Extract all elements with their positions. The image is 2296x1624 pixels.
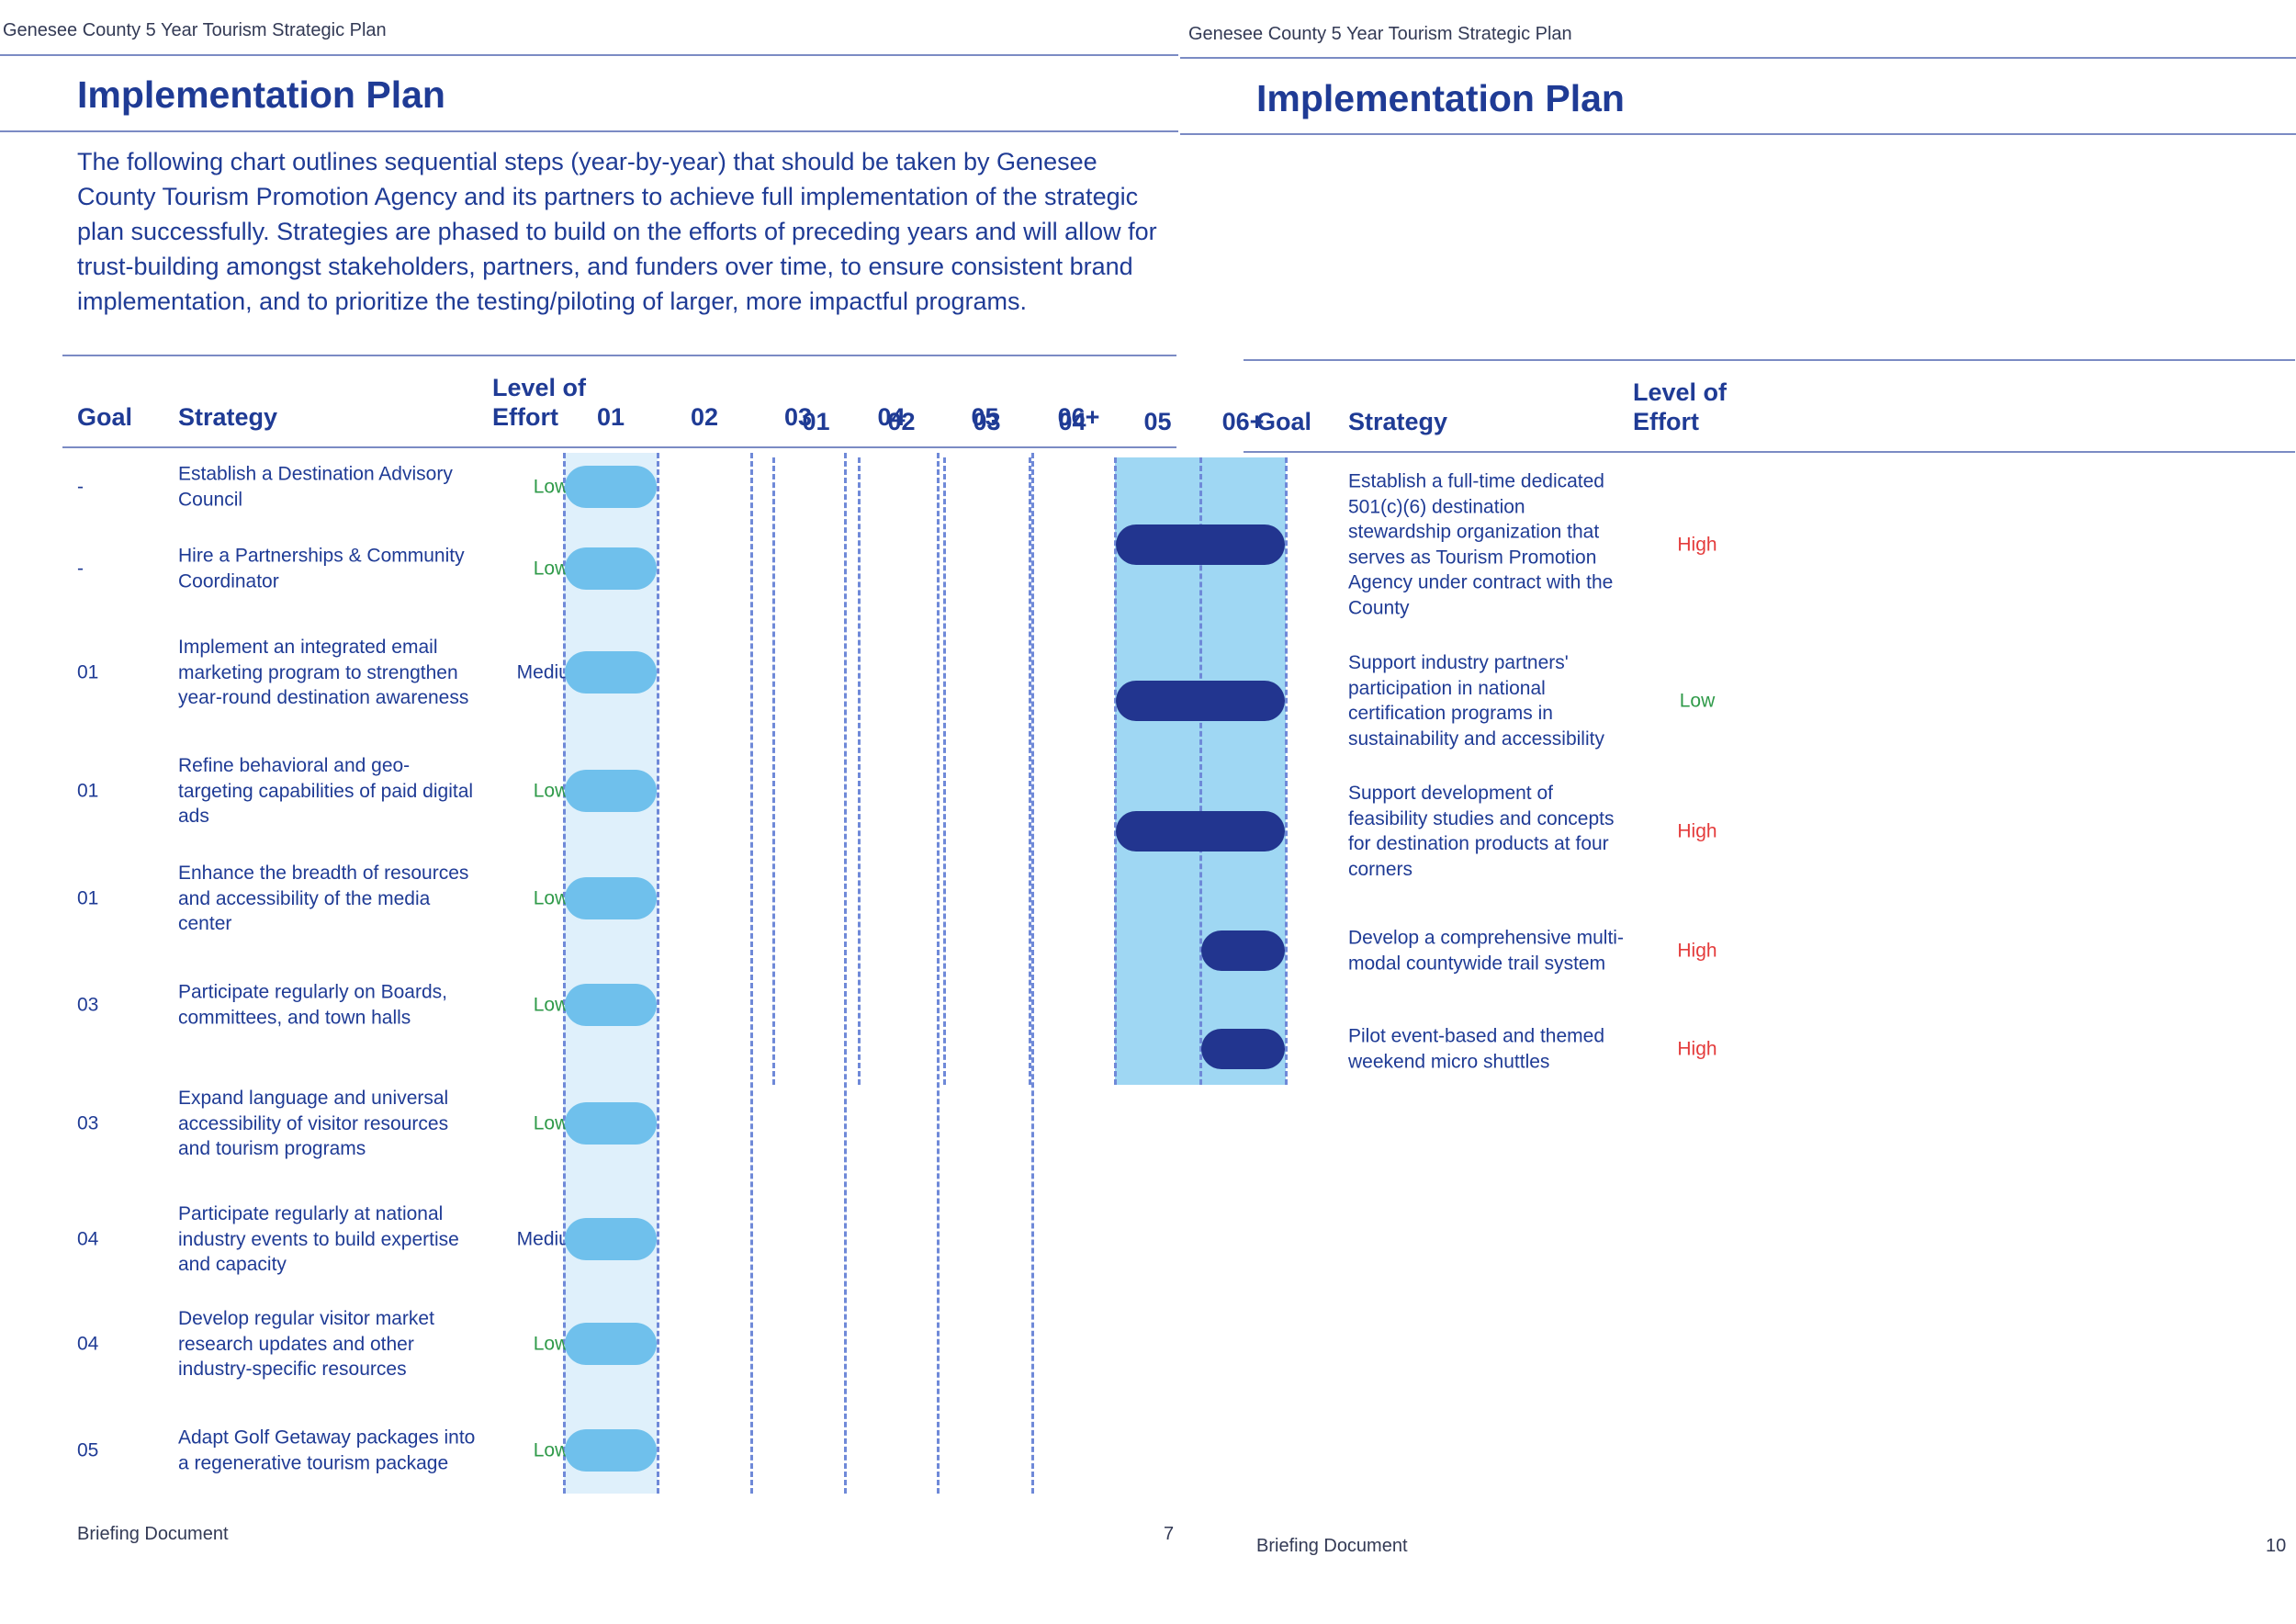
header-rule (62, 446, 1176, 448)
header-year-01: 01 (802, 408, 830, 435)
timeline-bar (1201, 1029, 1285, 1069)
header-strategy: Strategy (1348, 408, 1448, 435)
timeline-bar (565, 877, 657, 919)
page-number: 7 (1164, 1524, 1175, 1544)
implementation-table: Goal Strategy Level of Effort 01 02 03 04 05… (62, 355, 1176, 1494)
strategy-cell: Expand language and universal accessibil… (178, 1087, 449, 1159)
intro-paragraph: The following chart outlines sequential … (77, 148, 1157, 315)
timeline-bar (565, 547, 657, 590)
effort-cell: High (1677, 1038, 1717, 1060)
page-7: Genesee County 5 Year Tourism Strategic … (0, 0, 1180, 1624)
year-divider (772, 457, 775, 1085)
timeline-bar (565, 1102, 657, 1145)
header-rule (1180, 57, 2296, 59)
goal-cell: 04 (77, 1333, 99, 1355)
strategy-cell: Establish a Destination Advisory Council (178, 463, 453, 511)
year-divider (657, 453, 659, 1494)
year-divider (1031, 453, 1034, 1494)
goal-cell: 03 (77, 994, 99, 1016)
header-year-02: 02 (690, 403, 719, 431)
year-divider (1285, 457, 1288, 1085)
running-header: Genesee County 5 Year Tourism Strategic … (1188, 24, 1572, 44)
title-rule (0, 130, 1178, 132)
strategy-cell: Participate regularly at national indust… (178, 1202, 459, 1275)
effort-cell: High (1677, 940, 1717, 962)
effort-cell: Low (1679, 690, 1716, 712)
timeline-bar (1116, 524, 1285, 565)
timeline-bar (565, 1323, 657, 1365)
strategy-cell: Adapt Golf Getaway packages into a regen… (178, 1427, 476, 1474)
timeline-bar (1201, 930, 1285, 971)
timeline-bar (565, 1218, 657, 1260)
year-divider (1029, 457, 1031, 1085)
strategy-cell: Support development of feasibility studi… (1348, 783, 1615, 880)
timeline-bar (1116, 811, 1285, 851)
header-strategy: Strategy (178, 403, 278, 431)
page-title: Implementation Plan (77, 73, 445, 116)
page-10: Genesee County 5 Year Tourism Strategic … (772, 0, 2296, 1624)
strategy-cell: Support industry partners' participation… (1348, 652, 1604, 750)
table-top-rule (1244, 359, 2295, 361)
goal-cell: - (77, 558, 84, 580)
year-divider (750, 453, 753, 1494)
year-divider (844, 453, 847, 1494)
strategy-cell: Participate regularly on Boards, committ… (178, 981, 447, 1029)
timeline-bar (565, 984, 657, 1026)
header-year-04: 04 (1058, 408, 1086, 435)
timeline-bar (565, 1429, 657, 1472)
strategy-cell: Establish a full-time dedicated 501(c)(6… (1348, 470, 1614, 619)
header-year-05: 05 (1143, 408, 1172, 435)
goal-cell: 01 (77, 780, 99, 802)
title-rule (1180, 133, 2296, 135)
table-top-rule (62, 355, 1176, 356)
goal-cell: 03 (77, 1112, 99, 1134)
timeline-bar (1116, 681, 1285, 721)
strategy-cell: Implement an integrated email marketing … (178, 636, 469, 708)
effort-cell: High (1677, 820, 1717, 842)
timeline-bar (565, 770, 657, 812)
goal-cell: 04 (77, 1228, 99, 1250)
page-number: 10 (2266, 1536, 2287, 1556)
goal-cell: 01 (77, 887, 99, 909)
effort-cell: High (1677, 534, 1717, 556)
goal-cell: 05 (77, 1439, 99, 1461)
header-year-01: 01 (596, 403, 625, 431)
timeline-bar (565, 466, 657, 508)
footer-label: Briefing Document (1256, 1536, 1408, 1556)
strategy-cell: Develop a comprehensive multi-modal coun… (1348, 927, 1624, 975)
strategy-cell: Develop regular visitor market research … (178, 1307, 434, 1380)
footer-label: Briefing Document (77, 1524, 229, 1544)
running-header: Genesee County 5 Year Tourism Strategic … (3, 20, 387, 40)
goal-cell: - (77, 476, 84, 498)
header-year-02: 02 (887, 408, 916, 435)
year-divider (858, 457, 861, 1085)
strategy-cell: Pilot event-based and themed weekend mic… (1348, 1025, 1605, 1073)
implementation-table: Goal Strategy Level of Effort 01 02 03 04 05… (772, 359, 2295, 1085)
header-goal: Goal (77, 403, 133, 431)
header-year-06plus: 06+ (1221, 408, 1265, 435)
strategy-cell: Enhance the breadth of resources and acc… (178, 862, 469, 934)
year-divider (943, 457, 946, 1085)
header-year-03: 03 (973, 408, 1001, 435)
year-divider (937, 453, 940, 1494)
goal-cell: 01 (77, 661, 99, 683)
page-title: Implementation Plan (1256, 77, 1625, 119)
header-level-of-effort: Level of Effort (1633, 378, 1728, 435)
header-rule (1244, 451, 2295, 453)
header-rule (0, 54, 1178, 56)
strategy-cell: Hire a Partnerships & Community Coordina… (178, 545, 465, 592)
strategy-cell: Refine behavioral and geo-targeting capa… (178, 754, 474, 827)
timeline-bar (565, 651, 657, 694)
